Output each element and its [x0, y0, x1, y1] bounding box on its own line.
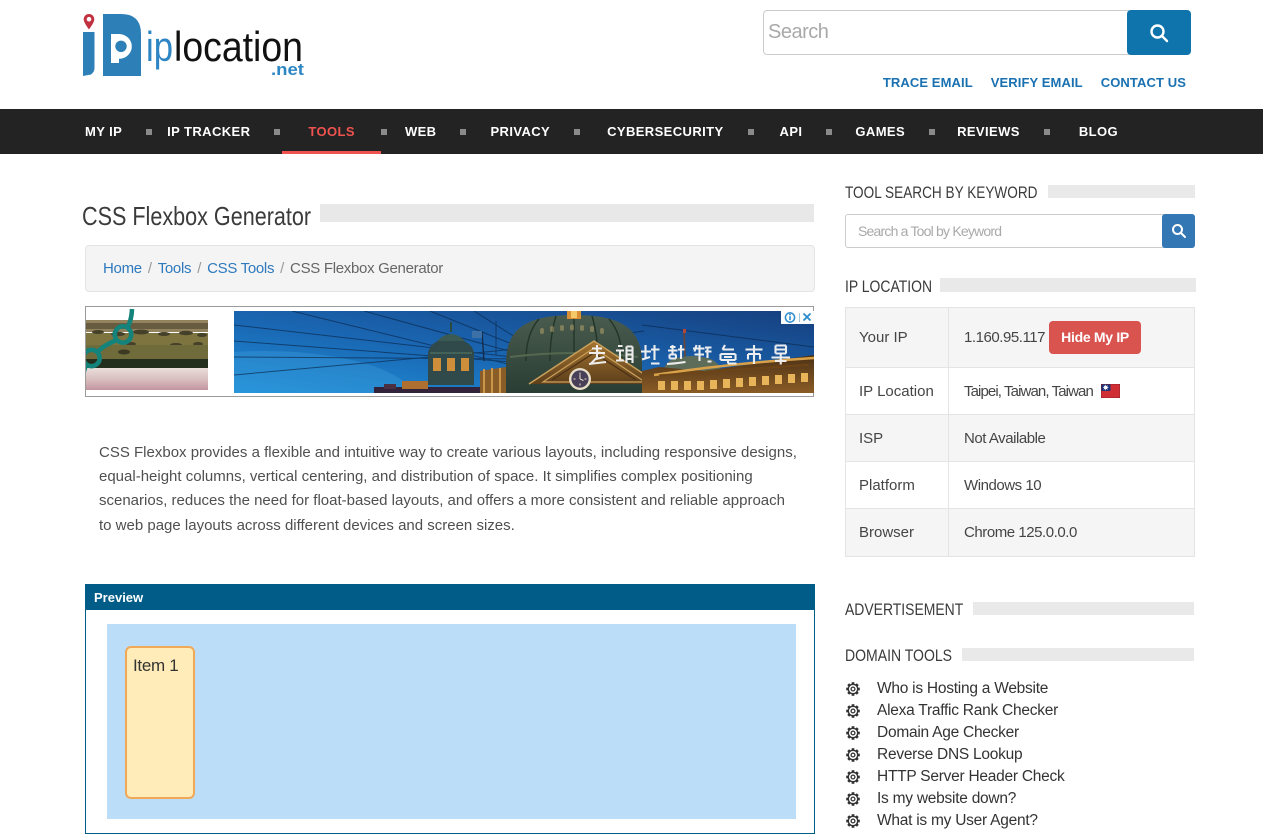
svg-text:.net: .net [271, 60, 304, 79]
svg-text:ip: ip [146, 23, 173, 70]
